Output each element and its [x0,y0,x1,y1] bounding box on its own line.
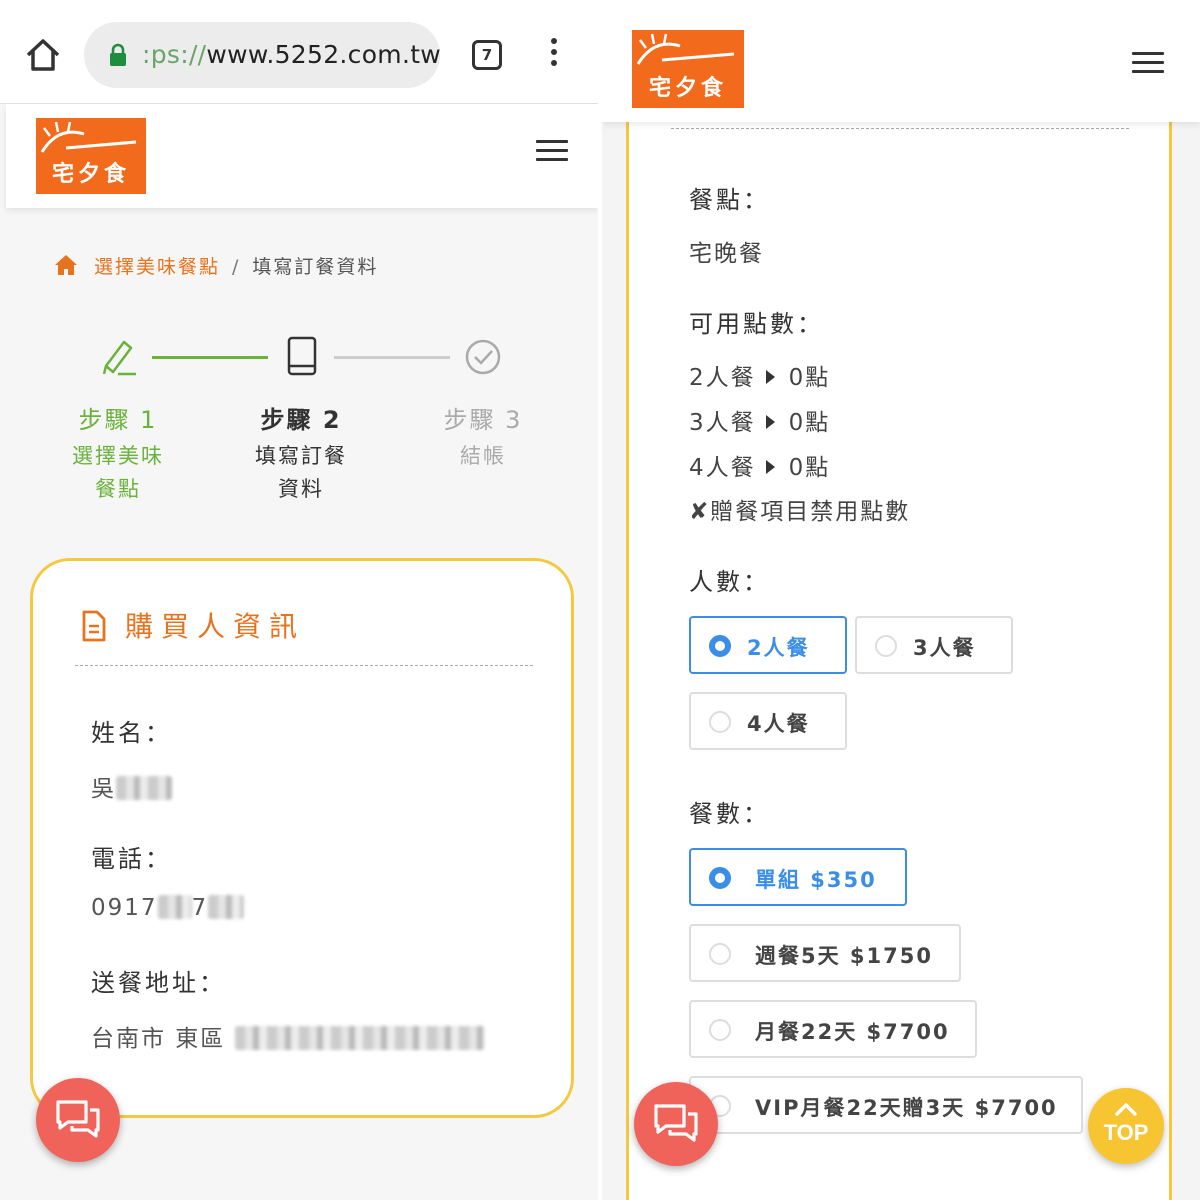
radio-icon [875,635,897,657]
chat-button[interactable] [36,1078,120,1162]
caret-right-icon [765,370,775,384]
quantity-label: 餐數： [689,800,770,828]
card-title: 購買人資訊 [81,605,305,645]
radio-icon [709,711,731,733]
meal-value: 宅晚餐 [689,241,764,267]
step-3-desc: 結帳 [460,444,506,468]
step-connector-1 [152,356,268,359]
breadcrumb-separator: / [232,256,241,278]
radio-icon [709,943,731,965]
people-label: 人數： [689,568,770,596]
chat-icon [56,1100,100,1138]
logo-text: 宅夕食 [648,75,727,101]
people-option-3[interactable]: 3人餐 [855,616,1013,674]
url-text: :ps://www.5252.com.tw [142,40,442,69]
phone-label: 電話： [91,845,172,873]
breadcrumb: 選擇美味餐點 / 填寫訂餐資料 [54,252,378,279]
points-row: 2人餐 0點 [689,365,831,391]
step-2-label: 步驟 2 [260,406,342,434]
pencil-icon [102,340,136,376]
home-icon[interactable] [54,254,78,276]
breadcrumb-current: 填寫訂餐資料 [252,256,379,278]
site-logo[interactable]: 宅夕食 [36,118,146,194]
step-1-label: 步驟 1 [78,406,158,434]
points-label: 可用點數： [689,310,824,338]
right-screenshot: 宅夕食 餐點： 宅晚餐 可用點數： 2人餐 0點 3人餐 0點 4人餐 0點 ✘贈餐項… [602,0,1200,1200]
menu-icon[interactable] [1132,52,1164,74]
more-vert-icon[interactable] [548,38,560,72]
people-option-4[interactable]: 4人餐 [689,692,847,750]
quantity-option-single[interactable]: 單組 $350 [689,848,907,906]
quantity-option-week[interactable]: 週餐5天 $1750 [689,924,961,982]
top-label: TOP [1103,1120,1149,1145]
redacted-block [157,895,192,919]
menu-icon[interactable] [536,140,568,162]
phone-value: 0917 7 [91,895,245,921]
caret-right-icon [765,415,775,429]
points-row: 3人餐 0點 [689,410,831,436]
browser-toolbar: :ps://www.5252.com.tw 7 [0,0,598,104]
quantity-option-vip[interactable]: VIP月餐22天贈3天 $7700 [689,1076,1083,1134]
left-screenshot: :ps://www.5252.com.tw 7 宅夕食 選擇美味餐點 / 填寫訂餐資… [0,0,598,1200]
site-header: 宅夕食 [602,0,1200,122]
lock-icon [110,43,126,66]
chevron-up-icon [1115,1103,1137,1116]
chat-button[interactable] [634,1082,718,1166]
breadcrumb-link[interactable]: 選擇美味餐點 [94,256,220,278]
url-bar[interactable]: :ps://www.5252.com.tw [84,22,442,88]
step-2-desc: 填寫訂餐 資料 [255,444,347,501]
quantity-option-month[interactable]: 月餐22天 $7700 [689,1000,977,1058]
redacted-block [234,1026,485,1050]
buyer-info-card: 購買人資訊 姓名： 吳 電話： 0917 7 送餐地址： 台南市 東區 [30,558,574,1118]
name-value: 吳 [91,769,172,803]
caret-right-icon [765,460,775,474]
name-label: 姓名： [91,719,172,747]
order-info-card: 餐點： 宅晚餐 可用點數： 2人餐 0點 3人餐 0點 4人餐 0點 ✘贈餐項目禁用點… [626,100,1172,1200]
step-1-desc: 選擇美味 餐點 [72,444,164,501]
points-note: ✘贈餐項目禁用點數 [689,499,911,525]
radio-icon [709,867,731,889]
card-divider [75,665,533,666]
address-value: 台南市 東區 [91,1019,485,1053]
redacted-block [208,895,245,919]
site-header: 宅夕食 [6,104,598,208]
radio-icon [709,635,731,657]
chat-icon [654,1104,698,1142]
document-icon [82,610,106,642]
step-3-label: 步驟 3 [443,406,523,434]
site-logo[interactable]: 宅夕食 [632,30,744,108]
card-divider [671,128,1129,129]
radio-icon [709,1019,731,1041]
check-circle-icon [465,339,501,375]
redacted-block [116,776,172,800]
tablet-icon [287,336,317,376]
address-label: 送餐地址： [91,969,226,997]
logo-text: 宅夕食 [51,161,130,187]
step-connector-2 [334,356,450,359]
meal-label: 餐點： [689,186,770,214]
home-icon[interactable] [24,36,62,74]
back-to-top-button[interactable]: TOP [1088,1088,1164,1164]
people-option-2[interactable]: 2人餐 [689,616,847,674]
tabs-icon[interactable]: 7 [472,40,502,70]
points-row: 4人餐 0點 [689,455,831,481]
